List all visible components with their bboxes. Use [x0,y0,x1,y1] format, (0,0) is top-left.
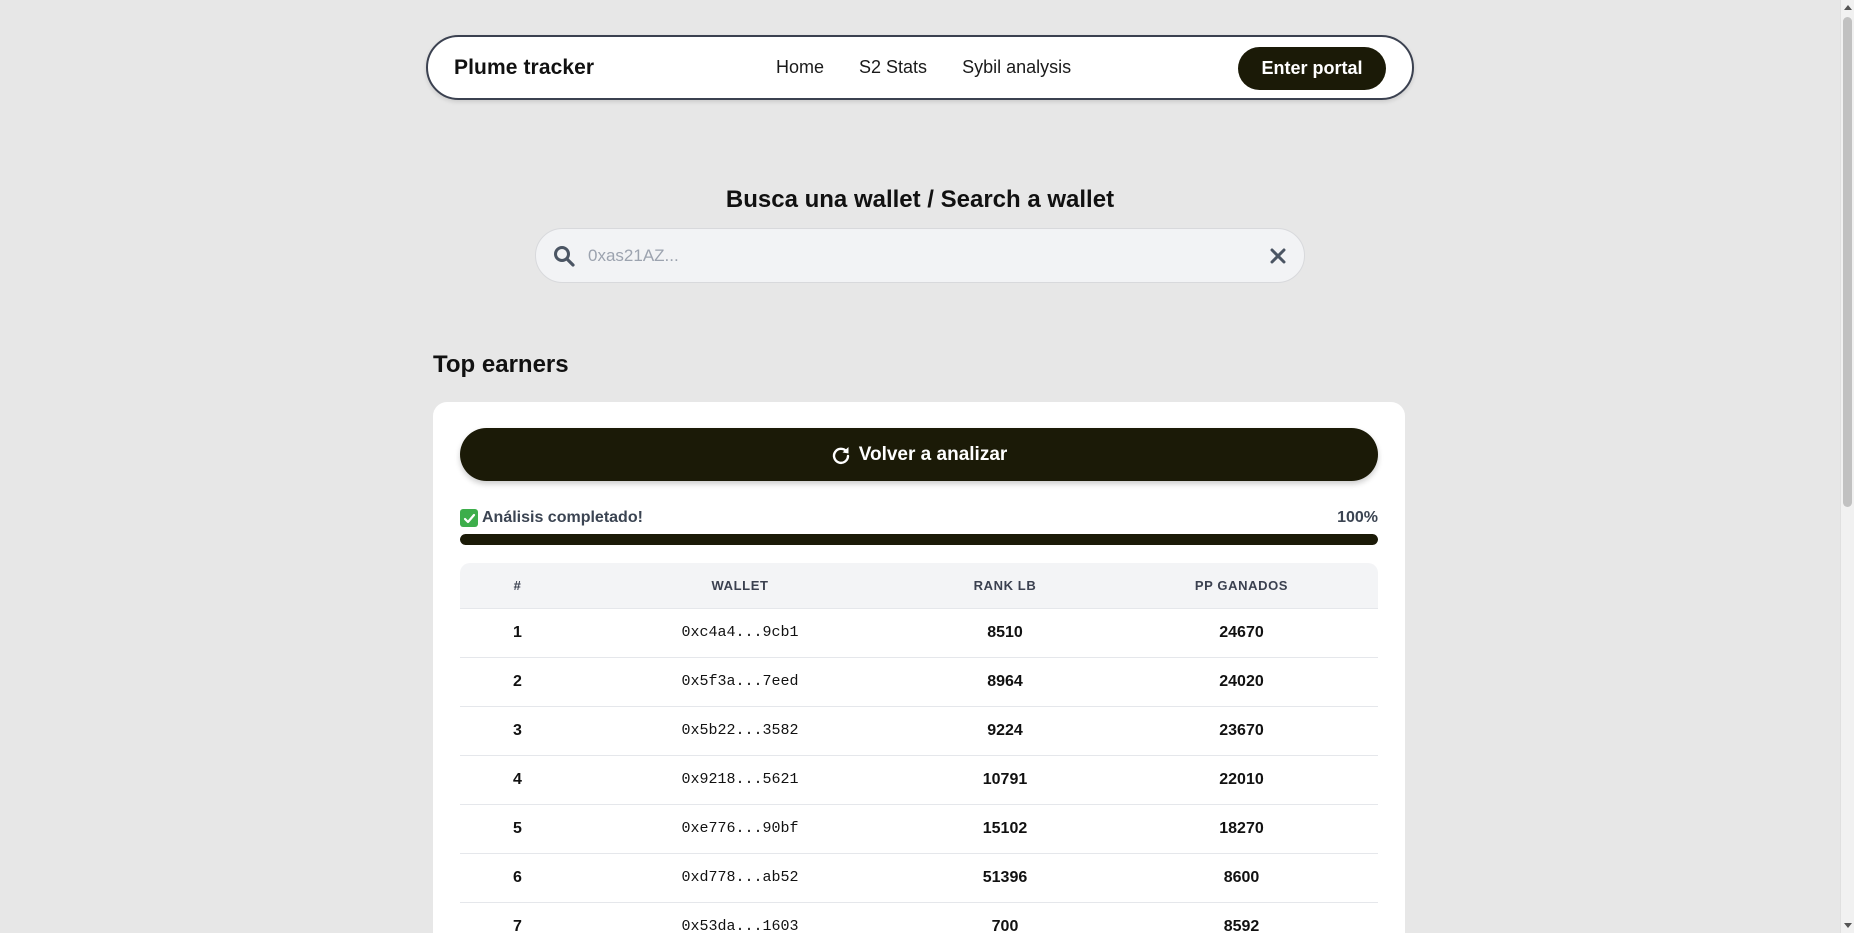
status-text: Análisis completado! [482,509,643,526]
column-header-wallet: WALLET [575,563,905,609]
pp-cell: 22010 [1105,755,1378,805]
nav-link-sybil-analysis[interactable]: Sybil analysis [962,57,1071,78]
column-header-rank: # [460,563,575,609]
scroll-up-arrow[interactable] [1844,5,1852,10]
column-header-rank-lb: RANK LB [905,563,1105,609]
progress-bar [460,534,1378,545]
rank-cell: 4 [460,755,575,805]
top-earners-title: Top earners [433,351,569,378]
navbar: Plume tracker Home S2 Stats Sybil analys… [426,35,1414,100]
table-row[interactable]: 4 0x9218...5621 10791 22010 [460,755,1378,805]
table-row[interactable]: 1 0xc4a4...9cb1 8510 24670 [460,608,1378,658]
scroll-down-arrow[interactable] [1844,923,1852,928]
rank-cell: 5 [460,804,575,854]
rank-lb-cell: 51396 [905,853,1105,903]
wallet-cell[interactable]: 0x9218...5621 [575,755,905,805]
pp-cell: 8592 [1105,902,1378,933]
top-earners-card: Volver a analizar Análisis completado! 1… [433,402,1405,933]
rank-lb-cell: 700 [905,902,1105,933]
rank-lb-cell: 15102 [905,804,1105,854]
table-row[interactable]: 6 0xd778...ab52 51396 8600 [460,853,1378,903]
reanalyze-button[interactable]: Volver a analizar [460,428,1378,481]
table-row[interactable]: 7 0x53da...1603 700 8592 [460,902,1378,933]
pp-cell: 18270 [1105,804,1378,854]
rank-lb-cell: 8510 [905,608,1105,658]
rank-lb-cell: 10791 [905,755,1105,805]
rank-cell: 7 [460,902,575,933]
brand-logo[interactable]: Plume tracker [454,37,594,98]
table-header-row: # WALLET RANK LB PP GANADOS [460,563,1378,609]
wallet-cell[interactable]: 0x5b22...3582 [575,706,905,756]
enter-portal-button[interactable]: Enter portal [1238,47,1386,90]
nav-links: Home S2 Stats Sybil analysis [776,37,1071,98]
search-title: Busca una wallet / Search a wallet [725,186,1115,213]
table-row[interactable]: 2 0x5f3a...7eed 8964 24020 [460,657,1378,707]
close-icon[interactable] [1268,246,1288,266]
refresh-icon [832,446,849,464]
pp-cell: 24670 [1105,608,1378,658]
table-row[interactable]: 5 0xe776...90bf 15102 18270 [460,804,1378,854]
search-icon [554,246,575,267]
rank-cell: 3 [460,706,575,756]
column-header-pp-ganados: PP GANADOS [1105,563,1378,609]
rank-cell: 2 [460,657,575,707]
rank-lb-cell: 8964 [905,657,1105,707]
rank-cell: 6 [460,853,575,903]
wallet-cell[interactable]: 0xc4a4...9cb1 [575,608,905,658]
wallet-cell[interactable]: 0xd778...ab52 [575,853,905,903]
pp-cell: 24020 [1105,657,1378,707]
pp-cell: 23670 [1105,706,1378,756]
page: Plume tracker Home S2 Stats Sybil analys… [0,0,1854,933]
reanalyze-label: Volver a analizar [858,443,1008,465]
page-scrollbar[interactable] [1840,0,1854,933]
wallet-cell[interactable]: 0x53da...1603 [575,902,905,933]
nav-link-s2-stats[interactable]: S2 Stats [859,57,927,78]
pp-cell: 8600 [1105,853,1378,903]
scrollbar-thumb[interactable] [1843,17,1852,507]
search-bar [535,228,1305,283]
earners-table: # WALLET RANK LB PP GANADOS 1 0xc4a4...9… [460,563,1378,933]
table-row[interactable]: 3 0x5b22...3582 9224 23670 [460,706,1378,756]
wallet-cell[interactable]: 0xe776...90bf [575,804,905,854]
check-icon [460,509,478,527]
rank-lb-cell: 9224 [905,706,1105,756]
rank-cell: 1 [460,608,575,658]
progress-percent: 100% [1337,509,1378,526]
progress-fill [460,534,1378,545]
search-input[interactable] [588,239,1228,273]
analysis-status: Análisis completado! 100% [460,507,1378,529]
nav-link-home[interactable]: Home [776,57,824,78]
wallet-cell[interactable]: 0x5f3a...7eed [575,657,905,707]
